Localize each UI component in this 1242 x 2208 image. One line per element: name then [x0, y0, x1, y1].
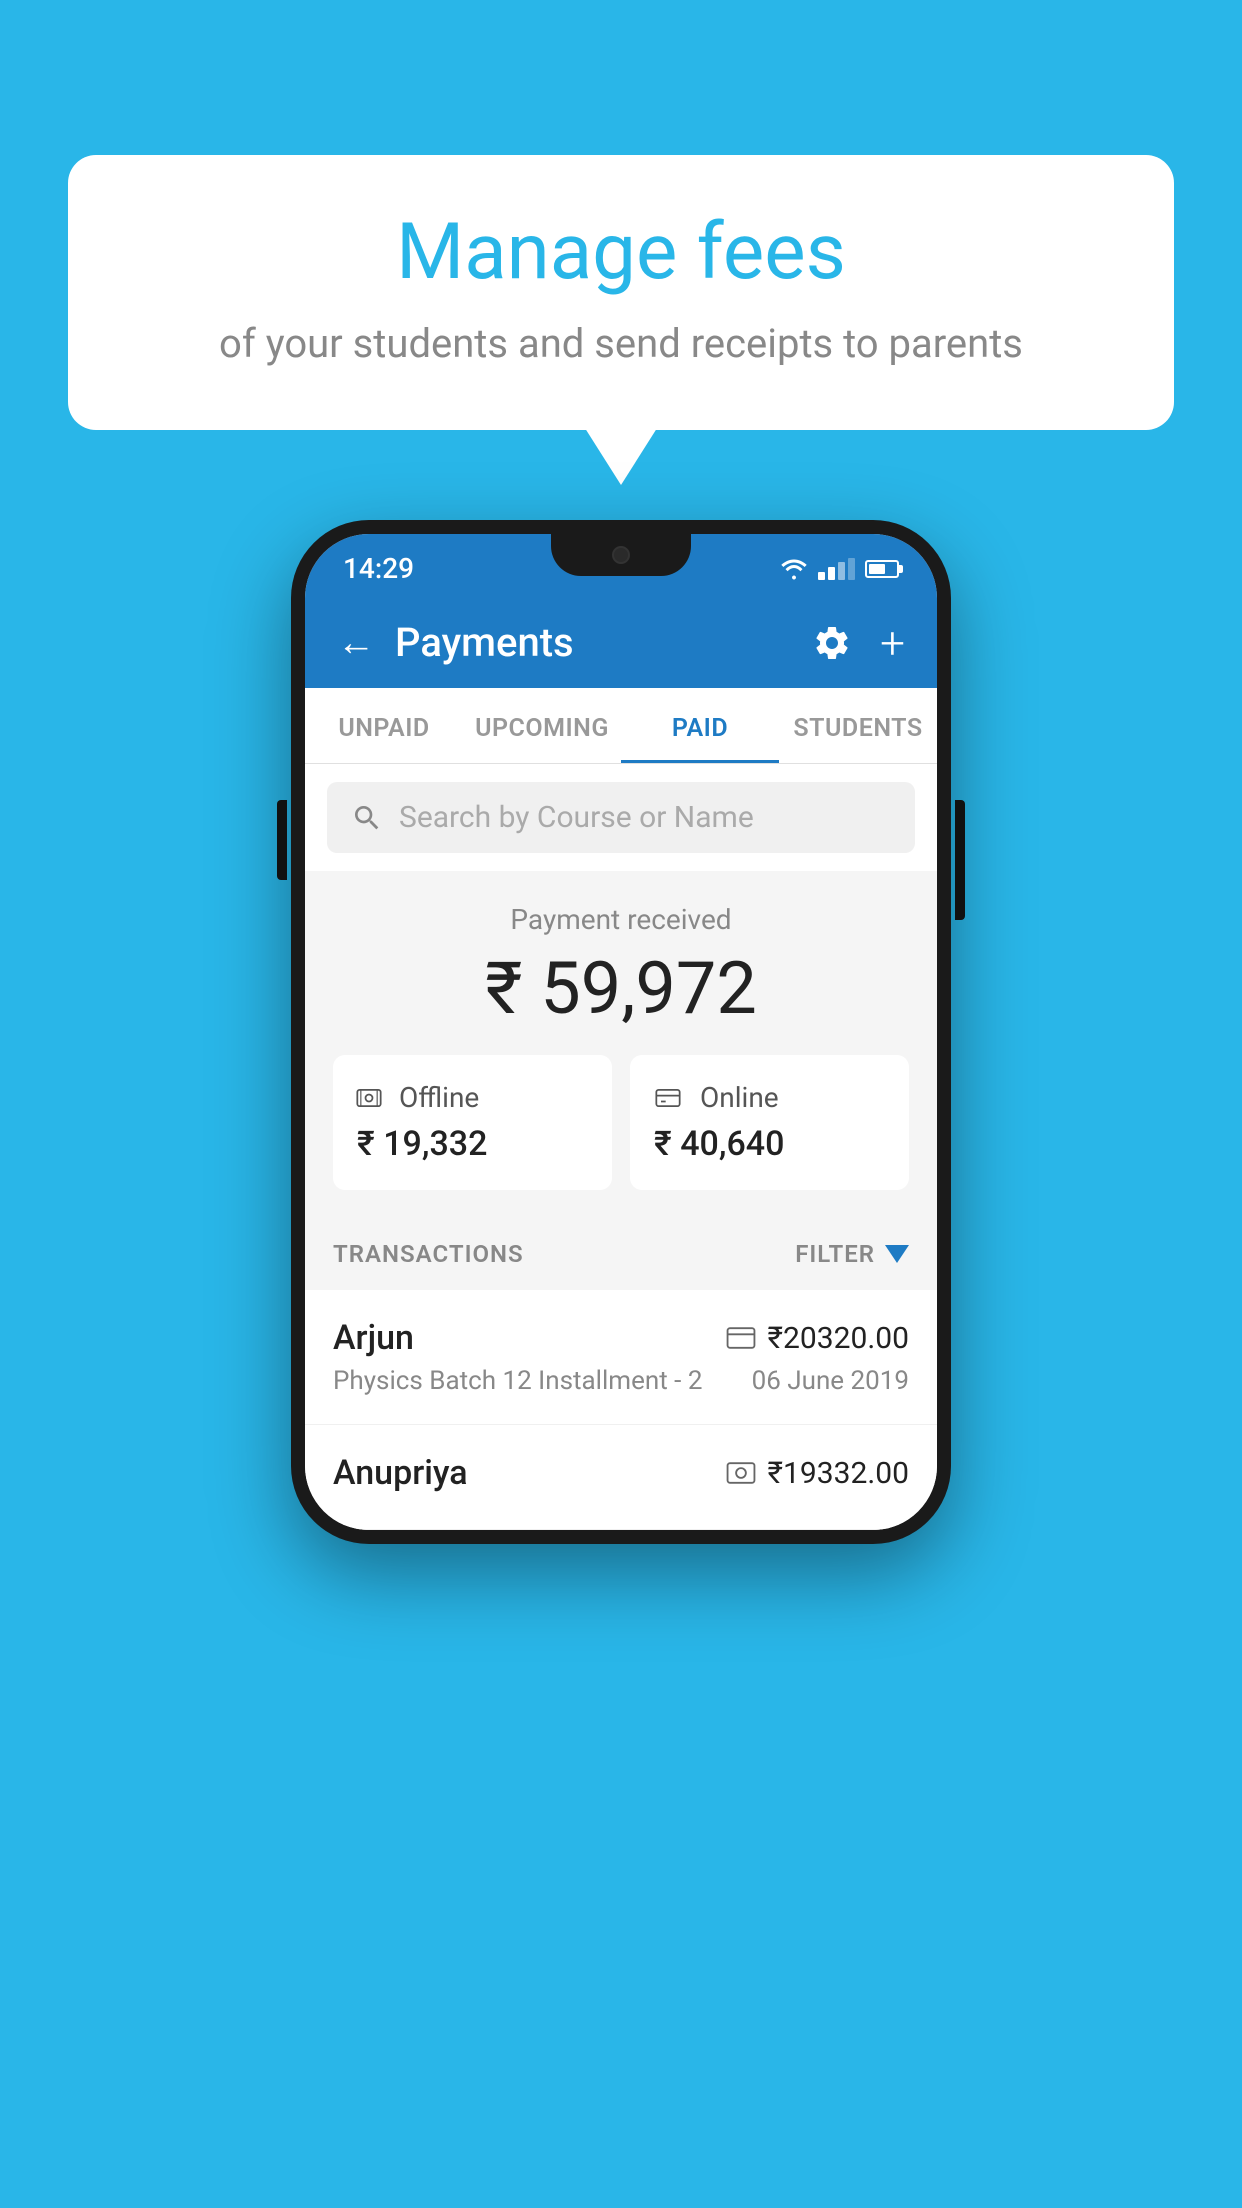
- payment-cards: Offline ₹ 19,332 On: [333, 1055, 909, 1190]
- transaction-name: Arjun: [333, 1318, 414, 1358]
- transaction-desc: Physics Batch 12 Installment - 2: [333, 1366, 702, 1396]
- battery-icon: [865, 560, 899, 578]
- tabs: UNPAID UPCOMING PAID STUDENTS: [305, 688, 937, 764]
- add-button[interactable]: +: [880, 621, 905, 665]
- wifi-icon: [780, 558, 808, 580]
- payment-section: Payment received ₹ 59,972: [305, 871, 937, 1218]
- app-bar: ← Payments +: [305, 597, 937, 688]
- transactions-header: TRANSACTIONS FILTER: [305, 1218, 937, 1290]
- card-icon: [650, 1084, 686, 1112]
- online-card-header: Online: [650, 1081, 889, 1114]
- search-icon: [351, 802, 383, 834]
- tab-unpaid[interactable]: UNPAID: [305, 688, 463, 763]
- offline-card: Offline ₹ 19,332: [333, 1055, 612, 1190]
- transaction-cash-icon: [726, 1462, 756, 1484]
- transaction-top: Anupriya ₹19332.00: [333, 1453, 909, 1493]
- transaction-amount-wrap-2: ₹19332.00: [726, 1456, 909, 1491]
- transaction-bottom: Physics Batch 12 Installment - 2 06 June…: [333, 1366, 909, 1396]
- phone-inner: 14:29: [305, 534, 937, 1530]
- offline-card-amount: ₹ 19,332: [353, 1124, 592, 1164]
- speech-bubble-section: Manage fees of your students and send re…: [68, 155, 1174, 430]
- app-bar-icons: +: [812, 621, 905, 665]
- status-bar: 14:29: [305, 534, 937, 597]
- filter-label: FILTER: [795, 1240, 875, 1268]
- bubble-subtitle: of your students and send receipts to pa…: [128, 318, 1114, 370]
- transaction-row[interactable]: Arjun ₹20320.00 Physics Batch 12 Install…: [305, 1290, 937, 1425]
- notch: [551, 534, 691, 576]
- transaction-amount-wrap: ₹20320.00: [726, 1321, 909, 1356]
- speech-bubble: Manage fees of your students and send re…: [68, 155, 1174, 430]
- tab-students[interactable]: STUDENTS: [779, 688, 937, 763]
- tab-upcoming[interactable]: UPCOMING: [463, 688, 621, 763]
- transaction-row[interactable]: Anupriya ₹19332.00: [305, 1425, 937, 1530]
- tab-paid[interactable]: PAID: [621, 688, 779, 763]
- payment-amount: ₹ 59,972: [333, 946, 909, 1031]
- online-card-type: Online: [700, 1081, 779, 1114]
- cash-icon: [353, 1084, 385, 1112]
- search-box[interactable]: Search by Course or Name: [327, 782, 915, 853]
- filter-icon: [885, 1245, 909, 1263]
- bubble-title: Manage fees: [128, 210, 1114, 296]
- settings-icon[interactable]: [812, 623, 852, 663]
- transaction-amount-2: ₹19332.00: [768, 1456, 909, 1491]
- online-card: Online ₹ 40,640: [630, 1055, 909, 1190]
- transaction-top: Arjun ₹20320.00: [333, 1318, 909, 1358]
- offline-card-type: Offline: [399, 1081, 479, 1114]
- phone-mockup: 14:29: [291, 520, 951, 1544]
- app-bar-title: Payments: [395, 619, 792, 666]
- transaction-name-2: Anupriya: [333, 1453, 468, 1493]
- search-container: Search by Course or Name: [305, 764, 937, 871]
- camera-dot: [612, 546, 630, 564]
- transactions-label: TRANSACTIONS: [333, 1240, 524, 1268]
- offline-card-header: Offline: [353, 1081, 592, 1114]
- transaction-date: 06 June 2019: [752, 1366, 909, 1396]
- transaction-amount: ₹20320.00: [768, 1321, 909, 1356]
- filter-button[interactable]: FILTER: [795, 1240, 909, 1268]
- signal-bars: [818, 558, 855, 580]
- phone-outer: 14:29: [291, 520, 951, 1544]
- online-card-amount: ₹ 40,640: [650, 1124, 889, 1164]
- status-icons: [780, 558, 899, 580]
- transaction-card-icon: [726, 1327, 756, 1349]
- back-button[interactable]: ←: [337, 621, 375, 665]
- search-placeholder: Search by Course or Name: [399, 800, 754, 835]
- payment-label: Payment received: [333, 903, 909, 936]
- status-time: 14:29: [343, 552, 414, 585]
